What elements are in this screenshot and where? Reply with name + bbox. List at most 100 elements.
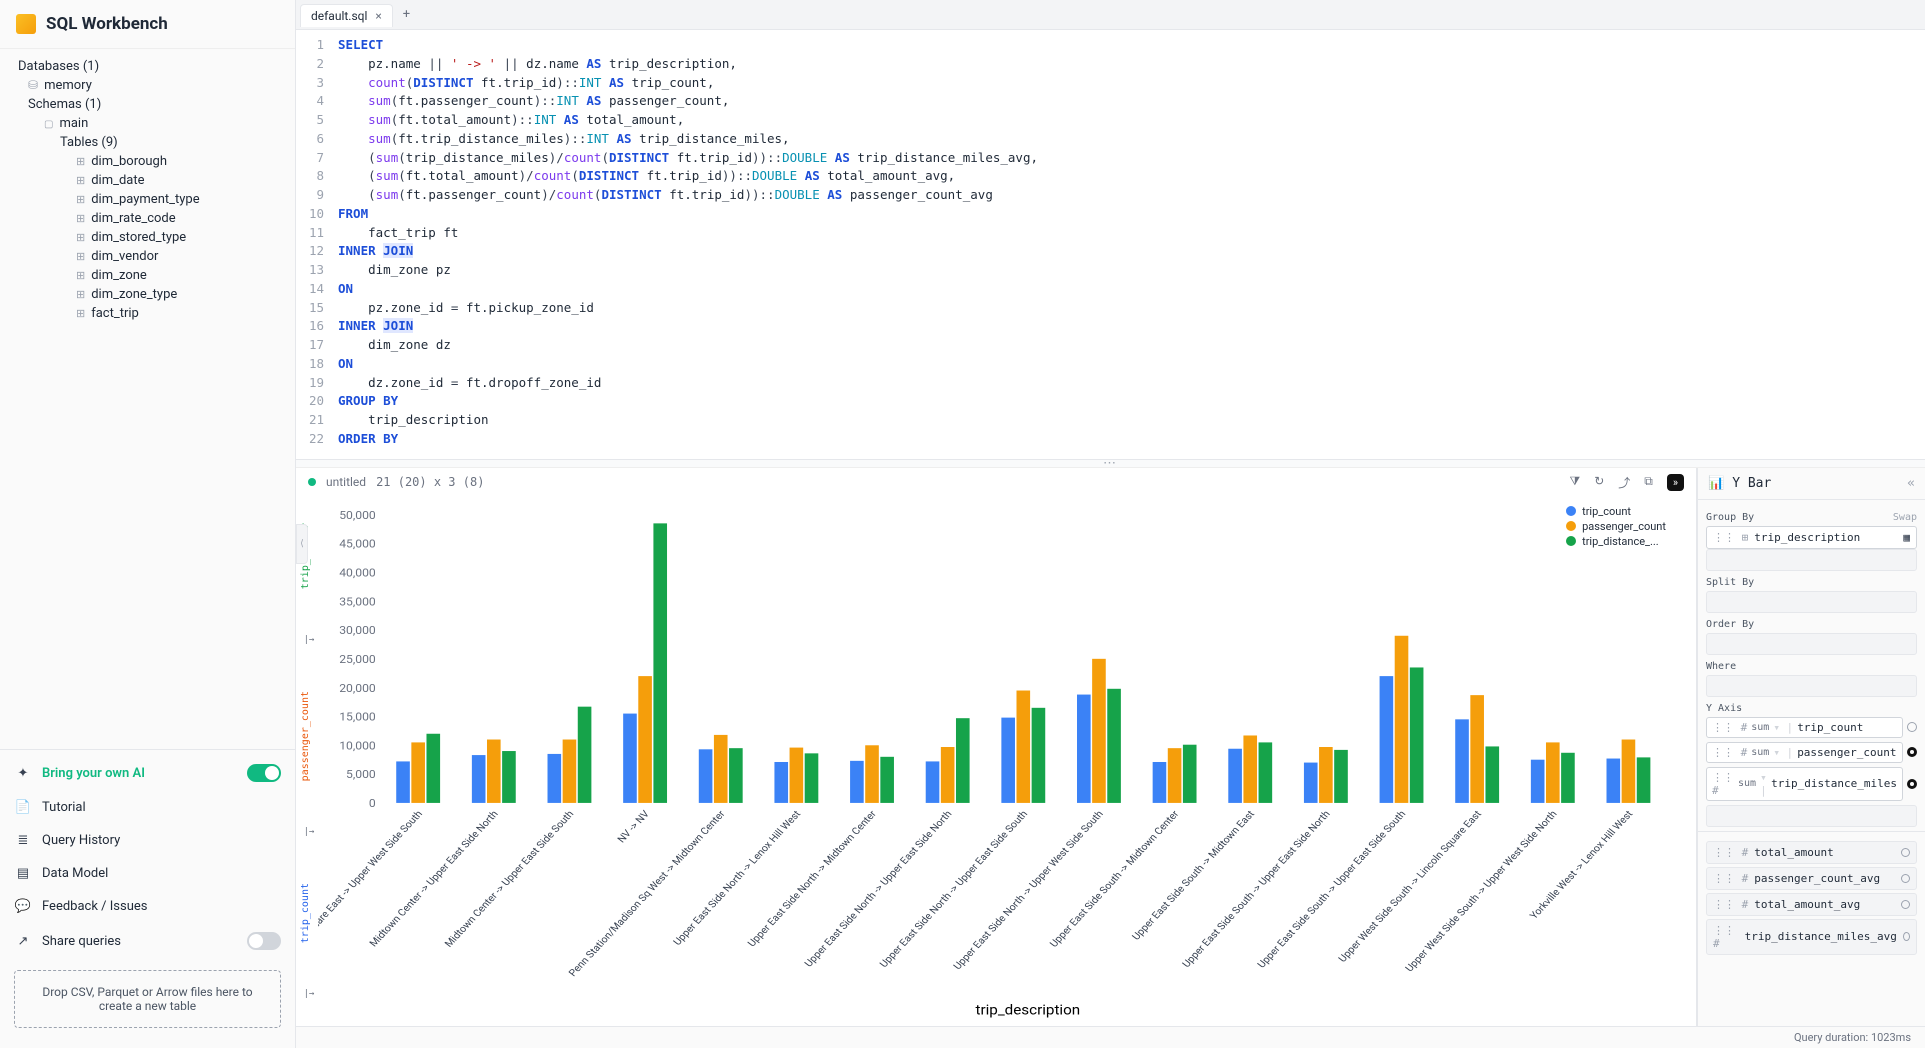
result-shape: 21 (20) x 3 (8) <box>376 475 484 489</box>
data-model-link[interactable]: ▤Data Model <box>14 862 281 885</box>
table-node[interactable]: dim_borough <box>8 152 295 171</box>
byoai-toggle-row[interactable]: ✦ Bring your own AI <box>14 760 281 786</box>
filter-icon[interactable]: ⧩ <box>1569 474 1580 491</box>
yaxis-field-row[interactable]: ⋮⋮ #sum▾ |passenger_count <box>1706 742 1917 763</box>
result-name: untitled <box>326 475 366 489</box>
editor-tabs: default.sql × + <box>296 0 1925 30</box>
swap-button[interactable]: Swap <box>1893 512 1917 523</box>
table-icon <box>76 306 85 321</box>
share-toggle-row[interactable]: ↗ Share queries <box>14 928 281 954</box>
unused-field[interactable]: ⋮⋮ #total_amount <box>1706 841 1917 864</box>
table-icon <box>76 268 85 283</box>
svg-text:trip_description: trip_description <box>975 1001 1080 1017</box>
splitby-field[interactable] <box>1706 591 1917 613</box>
chart-pane: untitled 21 (20) x 3 (8) ⧩ ↻ ⤴ ⧉ » trip_… <box>296 468 1697 1027</box>
svg-text:50,000: 50,000 <box>339 508 376 521</box>
table-icon <box>76 211 85 226</box>
axis-toggle[interactable] <box>1907 747 1917 757</box>
table-icon <box>76 173 85 188</box>
export-icon[interactable]: ⤴ <box>1618 474 1630 491</box>
where-field[interactable] <box>1706 675 1917 697</box>
yaxis-add[interactable] <box>1706 805 1917 827</box>
pane-resize-handle[interactable] <box>296 460 1925 468</box>
svg-text:35,000: 35,000 <box>339 594 376 607</box>
table-node[interactable]: dim_zone <box>8 266 295 285</box>
result-header: untitled 21 (20) x 3 (8) ⧩ ↻ ⤴ ⧉ » <box>296 468 1696 497</box>
where-label: Where <box>1706 661 1736 672</box>
database-node[interactable]: memory <box>8 76 295 95</box>
svg-text:15,000: 15,000 <box>339 710 376 723</box>
svg-text:Midtown Center -> Upper East S: Midtown Center -> Upper East Side North <box>368 809 501 949</box>
groupby-add[interactable] <box>1706 549 1917 571</box>
share-toggle[interactable] <box>247 932 281 950</box>
layers-icon: ▤ <box>14 866 32 881</box>
table-icon <box>76 287 85 302</box>
sql-editor[interactable]: 12345678910111213141516171819202122 SELE… <box>296 30 1925 460</box>
svg-text:Upper East Side North -> Upper: Upper East Side North -> Upper East Side… <box>803 809 955 969</box>
svg-text:30,000: 30,000 <box>339 623 376 636</box>
table-node[interactable]: fact_trip <box>8 304 295 323</box>
sidebar-footer: ✦ Bring your own AI 📄Tutorial ≣Query His… <box>0 749 295 1048</box>
schemas-node[interactable]: Schemas (1) <box>8 95 295 114</box>
collapse-icon[interactable]: « <box>1907 476 1915 491</box>
feedback-link[interactable]: 💬Feedback / Issues <box>14 895 281 918</box>
table-node[interactable]: dim_zone_type <box>8 285 295 304</box>
groupby-field[interactable]: ⋮⋮ ⊞trip_description▦ <box>1706 526 1917 549</box>
table-node[interactable]: dim_stored_type <box>8 228 295 247</box>
svg-text:5,000: 5,000 <box>346 767 376 780</box>
table-node[interactable]: dim_rate_code <box>8 209 295 228</box>
axis-toggle[interactable] <box>1907 779 1917 789</box>
sidebar: SQL Workbench Databases (1) memory Schem… <box>0 0 296 1048</box>
svg-text:40,000: 40,000 <box>339 566 376 579</box>
table-node[interactable]: dim_date <box>8 171 295 190</box>
tab-default-sql[interactable]: default.sql × <box>300 4 393 27</box>
unused-field[interactable]: ⋮⋮ #trip_distance_miles_avg <box>1706 919 1917 955</box>
query-history-link[interactable]: ≣Query History <box>14 829 281 852</box>
database-icon <box>28 78 38 93</box>
refresh-icon[interactable]: ↻ <box>1594 474 1604 491</box>
file-dropzone[interactable]: Drop CSV, Parquet or Arrow files here to… <box>14 970 281 1028</box>
yaxis-label: Y Axis <box>1706 703 1742 714</box>
svg-text:Upper East Side North -> Upper: Upper East Side North -> Upper West Side… <box>952 809 1106 972</box>
svg-text:Penn Station/Madison Sq West -: Penn Station/Madison Sq West -> Midtown … <box>567 808 728 978</box>
unused-field[interactable]: ⋮⋮ #passenger_count_avg <box>1706 867 1917 890</box>
list-icon: ≣ <box>14 833 32 848</box>
table-icon <box>76 192 85 207</box>
table-node[interactable]: dim_vendor <box>8 247 295 266</box>
schema-icon <box>44 116 53 131</box>
share-icon: ↗ <box>14 934 32 949</box>
document-icon: 📄 <box>14 800 32 815</box>
status-bar: Query duration: 1023ms <box>296 1026 1925 1048</box>
axis-toggle[interactable] <box>1907 722 1917 732</box>
yaxis-field-row[interactable]: ⋮⋮ #sum▾ |trip_distance_miles <box>1706 767 1917 801</box>
svg-text:Upper East Side South -> Upper: Upper East Side South -> Upper East Side… <box>1256 809 1408 970</box>
schema-tree[interactable]: Databases (1) memory Schemas (1) main Ta… <box>0 49 295 749</box>
svg-text:Upper East Side North -> Upper: Upper East Side North -> Upper East Side… <box>878 809 1030 970</box>
svg-text:Upper East Side North -> Lenox: Upper East Side North -> Lenox Hill West <box>672 809 803 948</box>
sidebar-collapse-button[interactable]: ⟨ <box>296 524 308 564</box>
schema-node[interactable]: main <box>8 114 295 133</box>
unused-field[interactable]: ⋮⋮ #total_amount_avg <box>1706 893 1917 916</box>
byoai-toggle[interactable] <box>247 764 281 782</box>
orderby-field[interactable] <box>1706 633 1917 655</box>
orderby-label: Order By <box>1706 619 1754 630</box>
copy-icon[interactable]: ⧉ <box>1644 474 1653 491</box>
app-logo-icon <box>16 14 36 34</box>
svg-text:Upper West Side South -> Linco: Upper West Side South -> Lincoln Square … <box>1337 809 1484 964</box>
table-node[interactable]: dim_payment_type <box>8 190 295 209</box>
close-icon[interactable]: × <box>375 9 381 23</box>
databases-node[interactable]: Databases (1) <box>8 57 295 76</box>
tutorial-link[interactable]: 📄Tutorial <box>14 796 281 819</box>
tables-node[interactable]: Tables (9) <box>8 133 295 152</box>
expand-button[interactable]: » <box>1667 474 1684 491</box>
chart-type-label[interactable]: Y Bar <box>1732 476 1771 491</box>
svg-text:Upper East Side South -> Midto: Upper East Side South -> Midtown Center <box>1048 808 1182 949</box>
yaxis-field-row[interactable]: ⋮⋮ #sum▾ |trip_count <box>1706 717 1917 738</box>
main-area: default.sql × + 123456789101112131415161… <box>296 0 1925 1048</box>
add-tab-button[interactable]: + <box>393 7 420 22</box>
app-header: SQL Workbench <box>0 0 295 49</box>
chart-canvas[interactable]: trip_countpassenger_counttrip_distance_.… <box>318 501 1686 1023</box>
svg-text:10,000: 10,000 <box>339 738 376 751</box>
chart-config-pane: 📊 Y Bar « Group BySwap ⋮⋮ ⊞trip_descript… <box>1697 468 1925 1027</box>
table-icon <box>76 249 85 264</box>
